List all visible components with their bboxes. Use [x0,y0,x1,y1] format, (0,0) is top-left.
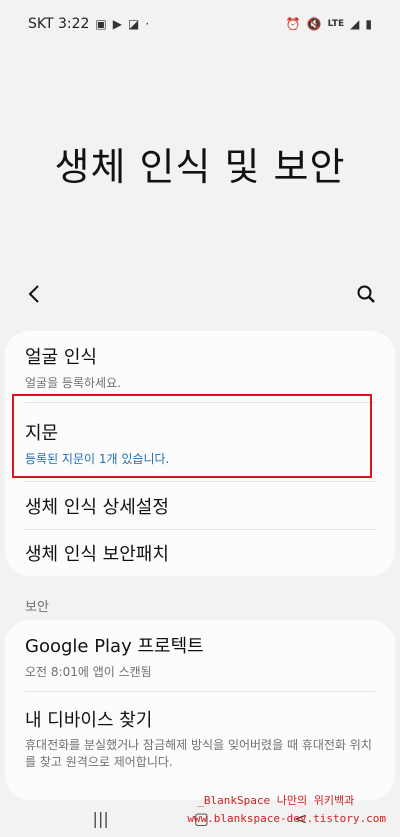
signal-icon: ◢ [350,17,360,31]
media-icon: ▶ [112,17,122,31]
list-item-fingerprint[interactable]: 지문 등록된 지문이 1개 있습니다. [5,403,395,482]
back-button[interactable] [20,280,48,308]
toolbar [0,276,400,312]
list-item-google-play-protect[interactable]: Google Play 프로텍트 오전 8:01에 앱이 스캔됨 [5,620,395,692]
biometrics-card: 얼굴 인식 얼굴을 등록하세요. 지문 등록된 지문이 1개 있습니다. 생체 … [5,331,395,576]
watermark: _BlankSpace 나만의 위키백과 www.blankspace-dev.… [187,792,386,828]
item-title: 얼굴 인식 [25,347,97,368]
status-bar-right: ⏰ 🔇 LTE ◢ ▮ [286,17,372,31]
lte-signal-icon: LTE [327,19,345,29]
dot-icon: · [145,17,150,31]
item-title: 생체 인식 보안패치 [25,544,169,565]
alarm-icon: ⏰ [285,17,301,31]
list-item-biometric-security-patch[interactable]: 생체 인식 보안패치 [5,530,395,576]
item-subtitle: 등록된 지문이 1개 있습니다. [25,451,170,466]
back-chevron-icon [28,285,39,303]
search-icon [357,285,375,303]
battery-icon: ▮ [365,17,372,31]
section-label-security: 보안 [25,600,49,615]
item-title: 내 디바이스 찾기 [25,709,153,731]
list-item-biometric-settings[interactable]: 생체 인식 상세설정 [5,482,395,530]
item-title: 지문 [25,422,59,444]
recent-apps-icon[interactable]: ||| [93,809,109,828]
title-area: 생체 인식 및 보안 [0,48,400,278]
status-bar: SKT 3:22 ▣ ▶ ◪ · ⏰ 🔇 LTE ◢ ▮ [0,0,400,48]
item-subtitle: 휴대전화를 분실했거나 잠금해제 방식을 잊어버렸을 때 휴대전화 위치를 찾고… [25,737,372,769]
item-title: Google Play 프로텍트 [25,636,204,657]
security-card: Google Play 프로텍트 오전 8:01에 앱이 스캔됨 내 디바이스 … [5,620,395,800]
list-item-face-recognition[interactable]: 얼굴 인식 얼굴을 등록하세요. [5,331,395,403]
search-button[interactable] [352,280,380,308]
image-icon: ▣ [95,17,107,31]
item-title: 생체 인식 상세설정 [25,497,169,518]
item-subtitle: 오전 8:01에 앱이 스캔됨 [25,665,152,679]
carrier-time: SKT 3:22 [28,16,90,32]
page-title: 생체 인식 및 보안 [54,144,346,189]
item-subtitle: 얼굴을 등록하세요. [25,376,121,390]
mute-icon: 🔇 [306,17,322,31]
watermark-line1: _BlankSpace 나만의 위키백과 [197,794,355,807]
list-item-find-my-device[interactable]: 내 디바이스 찾기 휴대전화를 분실했거나 잠금해제 방식을 잊어버렸을 때 휴… [5,692,395,784]
watermark-line2: www.blankspace-dev.tistory.com [187,812,386,825]
status-bar-left: SKT 3:22 ▣ ▶ ◪ · [28,16,149,32]
data-saver-icon: ◪ [128,17,140,31]
